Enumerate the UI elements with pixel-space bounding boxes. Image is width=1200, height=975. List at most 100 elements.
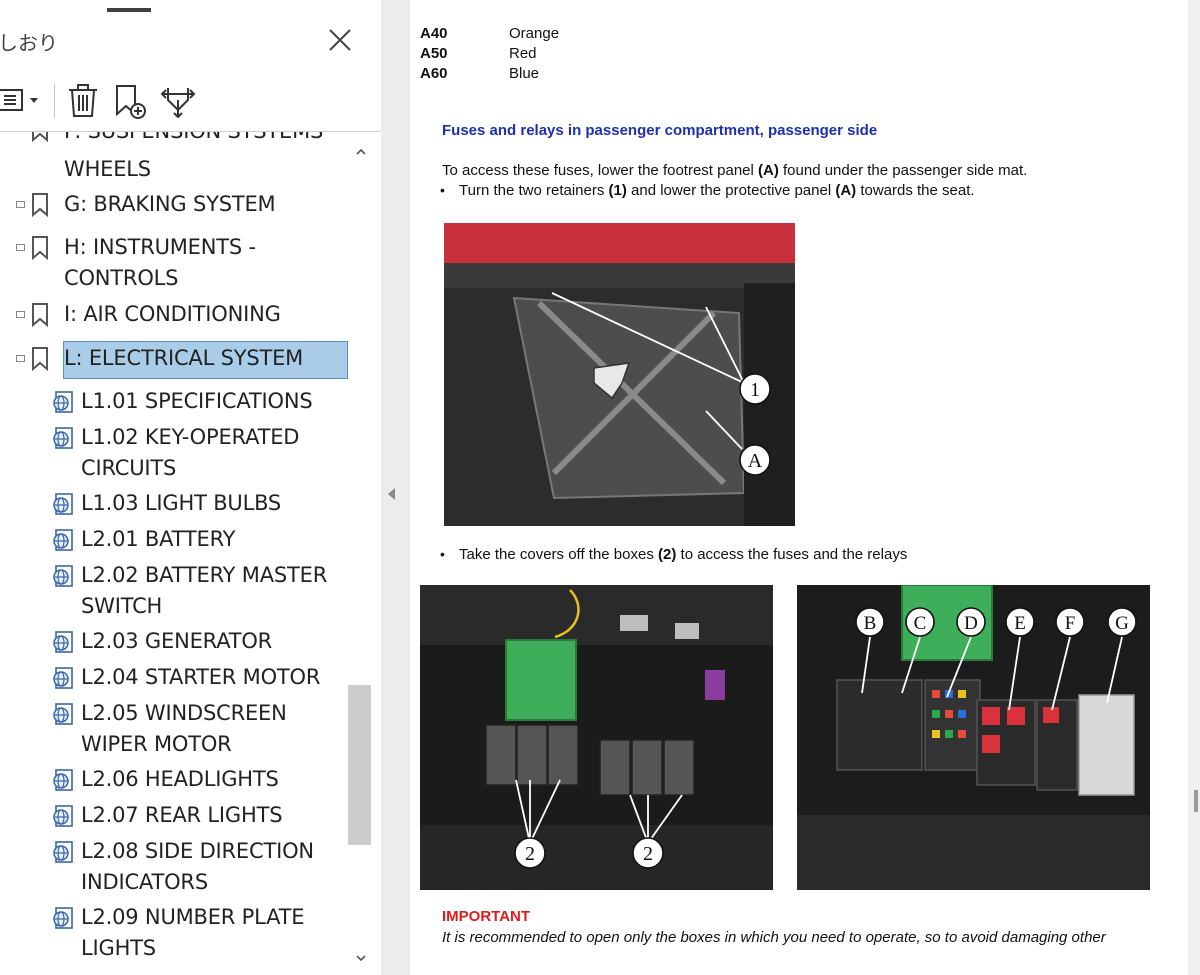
- document-link-icon: [53, 769, 73, 791]
- scrollbar-thumb[interactable]: [348, 685, 371, 845]
- expand-toggle-icon[interactable]: [16, 244, 25, 251]
- callout-label: 2: [643, 843, 653, 865]
- bookmark-icon: [32, 236, 48, 260]
- bookmark-item[interactable]: L1.01 SPECIFICATIONS: [0, 386, 348, 418]
- document-link-icon: [53, 529, 73, 551]
- bookmark-label: L2.08 SIDE DIRECTION: [81, 839, 314, 863]
- important-note: It is recommended to open only the boxes…: [442, 929, 1106, 946]
- bookmark-icon: [32, 132, 48, 142]
- callout-label: B: [864, 613, 877, 634]
- bookmark-icon: [32, 347, 48, 371]
- fuse-color: Red: [509, 45, 537, 62]
- text-run-bold: (A): [835, 182, 857, 199]
- open-fuse-boxes-photo: B C D E F G: [797, 585, 1150, 890]
- bookmark-item[interactable]: L1.02 KEY-OPERATED CIRCUITS: [0, 422, 348, 484]
- page-scrollbar[interactable]: [1188, 0, 1200, 975]
- bookmark-item[interactable]: WHEELS: [0, 154, 348, 184]
- bookmark-label: L2.04 STARTER MOTOR: [81, 665, 321, 689]
- bookmark-tree: F: SUSPENSION SYSTEMS WHEELS G: BRAKING …: [0, 132, 348, 975]
- bookmark-label: INDICATORS: [81, 870, 208, 894]
- panel-top-bar: [0, 0, 381, 10]
- bookmark-label: LIGHTS: [81, 936, 156, 960]
- options-menu-icon[interactable]: [0, 80, 42, 120]
- bookmark-label: CONTROLS: [64, 266, 179, 290]
- bookmark-label: L2.02 BATTERY MASTER: [81, 563, 328, 587]
- bookmark-label: L1.03 LIGHT BULBS: [81, 491, 282, 515]
- document-link-icon: [53, 667, 73, 689]
- bookmarks-scrollbar[interactable]: [348, 132, 373, 975]
- bookmark-item[interactable]: G: BRAKING SYSTEM: [0, 189, 348, 221]
- toolbar-separator: [54, 84, 55, 118]
- instruction-paragraph: To access these fuses, lower the footres…: [442, 162, 1027, 179]
- collapse-panel-icon[interactable]: [385, 486, 399, 502]
- text-run: and lower the protective panel: [626, 182, 836, 199]
- bookmark-item[interactable]: L2.07 REAR LIGHTS: [0, 800, 348, 832]
- bookmark-item[interactable]: L2.08 SIDE DIRECTION INDICATORS: [0, 836, 348, 898]
- bookmark-label: I: AIR CONDITIONING: [64, 302, 281, 326]
- section-heading: Fuses and relays in passenger compartmen…: [442, 122, 878, 139]
- fuse-code: A50: [420, 45, 448, 62]
- bookmark-item[interactable]: L1.03 LIGHT BULBS: [0, 488, 348, 520]
- bookmark-label: H: INSTRUMENTS -: [64, 235, 256, 259]
- text-run-bold: (1): [608, 182, 627, 199]
- bookmark-item[interactable]: L2.01 BATTERY: [0, 524, 348, 556]
- bookmark-label: WIPER MOTOR: [81, 732, 232, 756]
- text-run-bold: (A): [758, 162, 779, 179]
- page-scrollbar-thumb[interactable]: [1194, 790, 1198, 812]
- fuse-color: Orange: [509, 25, 560, 42]
- bookmark-item[interactable]: I: AIR CONDITIONING: [0, 299, 348, 331]
- text-run: To access these fuses, lower the footres…: [442, 162, 759, 179]
- callout-label: 2: [525, 843, 535, 865]
- close-icon[interactable]: [325, 25, 355, 55]
- document-link-icon: [53, 703, 73, 725]
- expand-toggle-icon[interactable]: [16, 355, 25, 362]
- trash-icon[interactable]: [66, 80, 100, 120]
- document-link-icon: [53, 565, 73, 587]
- bookmark-label: CIRCUITS: [81, 456, 177, 480]
- bookmark-icon: [32, 303, 48, 327]
- bookmark-label: WHEELS: [64, 157, 151, 181]
- callout-label: 1: [750, 379, 760, 401]
- bookmark-item[interactable]: H: INSTRUMENTS - CONTROLS: [0, 232, 348, 294]
- new-bookmark-icon[interactable]: [112, 80, 150, 120]
- expand-bookmark-icon[interactable]: [158, 80, 198, 120]
- bookmark-item[interactable]: L2.04 STARTER MOTOR: [0, 662, 348, 694]
- footrest-panel-photo: 1 A: [444, 223, 795, 526]
- document-page: A40 Orange A50 Red A60 Blue Fuses and re…: [410, 0, 1188, 975]
- bookmarks-toolbar: [0, 72, 381, 130]
- callout-label: A: [748, 450, 763, 472]
- text-run: found under the passenger side mat.: [778, 162, 1028, 179]
- bullet-glyph: •: [440, 182, 445, 198]
- fuse-code: A60: [420, 65, 448, 82]
- bookmark-item[interactable]: L2.09 NUMBER PLATE LIGHTS: [0, 902, 348, 964]
- bookmark-label: F: SUSPENSION SYSTEMS: [64, 132, 323, 147]
- callout-label: C: [914, 613, 927, 634]
- instruction-bullet: Take the covers off the boxes (2) to acc…: [459, 546, 907, 563]
- instruction-bullet: Turn the two retainers (1) and lower the…: [459, 182, 975, 199]
- callout-label: E: [1014, 613, 1026, 634]
- active-tab-indicator: [107, 8, 151, 12]
- bookmark-item[interactable]: L2.05 WINDSCREEN WIPER MOTOR: [0, 698, 348, 760]
- document-link-icon: [53, 631, 73, 653]
- bullet-glyph: •: [440, 546, 445, 562]
- document-link-icon: [53, 805, 73, 827]
- bookmark-item[interactable]: L2.03 GENERATOR: [0, 626, 348, 658]
- document-link-icon: [53, 391, 73, 413]
- expand-toggle-icon[interactable]: [16, 311, 25, 318]
- document-link-icon: [53, 427, 73, 449]
- bookmark-label: L2.01 BATTERY: [81, 527, 236, 551]
- scroll-down-icon[interactable]: [355, 952, 367, 964]
- bookmark-item-selected[interactable]: L: ELECTRICAL SYSTEM: [0, 343, 348, 375]
- bookmarks-panel: しおり WHEELS G: BRAKING SYSTEM H: INSTRUME…: [0, 0, 382, 975]
- bookmark-label: L2.09 NUMBER PLATE: [81, 905, 305, 929]
- scroll-up-icon[interactable]: [355, 146, 367, 158]
- bookmark-label: L: ELECTRICAL SYSTEM: [64, 346, 304, 370]
- document-link-icon: [53, 907, 73, 929]
- bookmark-item[interactable]: F: SUSPENSION SYSTEMS: [0, 132, 348, 154]
- bookmark-item[interactable]: L2.06 HEADLIGHTS: [0, 764, 348, 796]
- panel-title: しおり: [0, 31, 58, 55]
- text-run-bold: (2): [658, 546, 677, 563]
- bookmark-item[interactable]: L2.02 BATTERY MASTER SWITCH: [0, 560, 348, 622]
- bookmark-label: L2.06 HEADLIGHTS: [81, 767, 279, 791]
- expand-toggle-icon[interactable]: [16, 201, 25, 208]
